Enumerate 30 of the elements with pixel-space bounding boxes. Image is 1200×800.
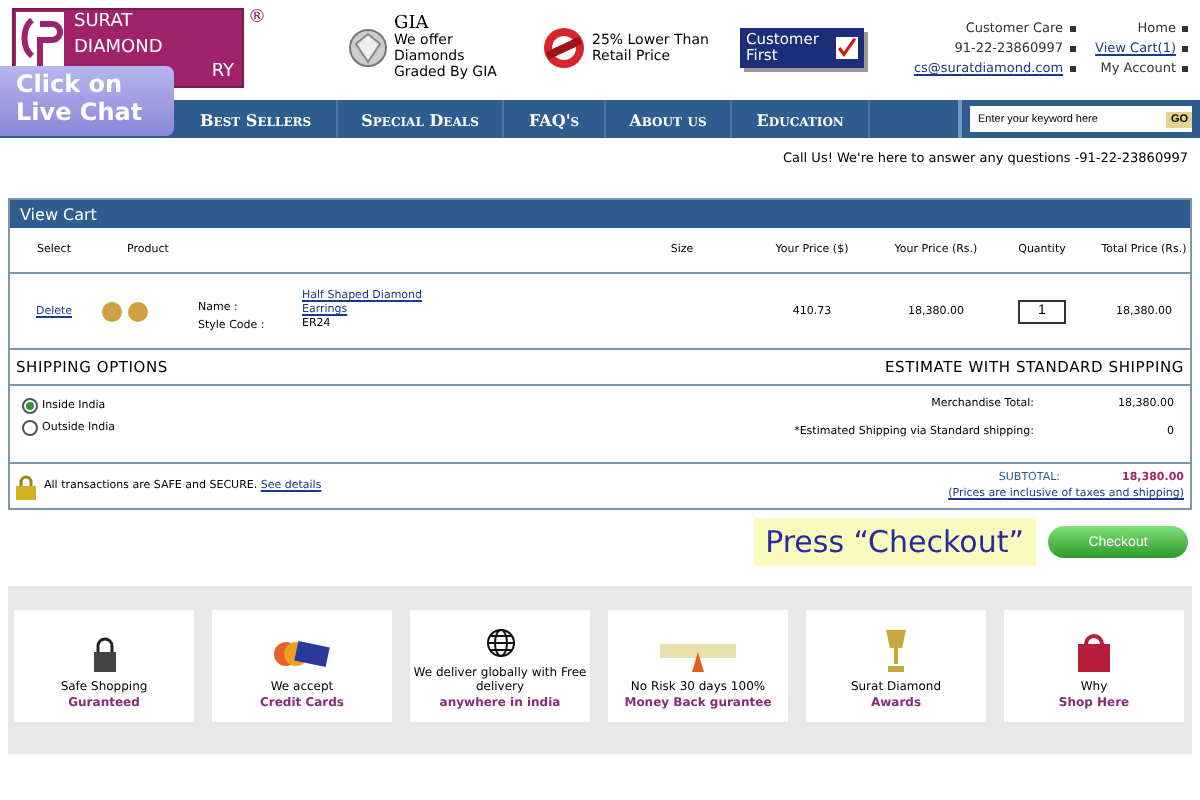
logo-text: RY: [209, 60, 234, 85]
logo-text: DIAMOND: [74, 35, 165, 60]
stamp-icon: [542, 26, 586, 70]
nav-item[interactable]: FAQ's: [504, 100, 606, 138]
guarantee-stamp-icon: [660, 640, 736, 672]
checkmark-icon: [835, 34, 858, 62]
logo-text: SURAT: [74, 10, 135, 35]
shopping-bag-icon: [1078, 632, 1110, 672]
nav-item[interactable]: Education: [732, 100, 870, 138]
globe-icon: [485, 627, 515, 657]
bullet-icon: [1182, 25, 1188, 31]
credit-cards-icon: [272, 636, 332, 672]
earrings-icon: [98, 299, 154, 323]
nav-item[interactable]: Best Sellers: [176, 100, 338, 138]
radio-icon[interactable]: [22, 420, 38, 436]
instruction-callout: Press “Checkout”: [753, 518, 1036, 566]
nav-item[interactable]: About us: [605, 100, 733, 138]
bullet-icon: [1182, 45, 1188, 51]
radio-icon[interactable]: [22, 398, 38, 414]
nav-item[interactable]: Special Deals: [337, 100, 505, 138]
bullet-icon: [1069, 65, 1076, 71]
bullet-icon: [1069, 45, 1076, 51]
bullet-icon: [1069, 25, 1076, 31]
trophy-icon: [884, 628, 908, 672]
padlock-icon: [16, 473, 36, 499]
registered-mark: ®: [248, 8, 266, 28]
padlock-icon: [91, 636, 117, 672]
panel-title: View Cart: [10, 200, 1190, 228]
bullet-icon: [1182, 65, 1188, 71]
diamond-icon: [348, 28, 388, 68]
